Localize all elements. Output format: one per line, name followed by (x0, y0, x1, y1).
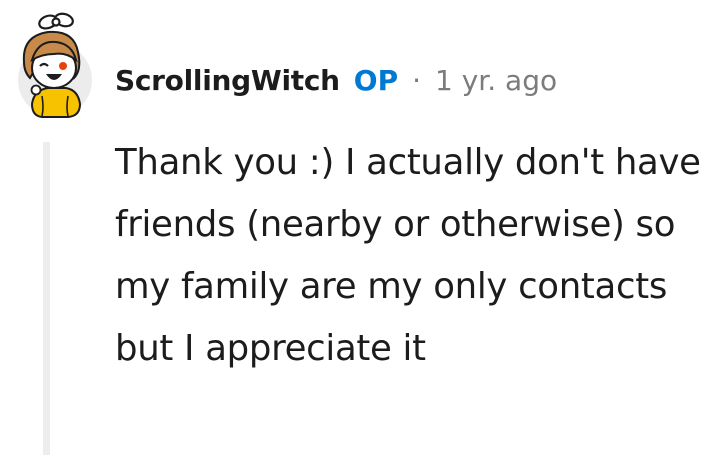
meta-separator: · (412, 63, 422, 97)
timestamp[interactable]: 1 yr. ago (435, 64, 557, 97)
comment-meta: ScrollingWitch OP · 1 yr. ago (115, 58, 557, 102)
comment-body: Thank you :) I actually don't have frien… (115, 142, 701, 369)
thread-line[interactable] (43, 142, 50, 455)
avatar[interactable] (8, 8, 102, 118)
avatar-icon (18, 12, 92, 118)
author-link[interactable]: ScrollingWitch (115, 64, 340, 97)
comment: ScrollingWitch OP · 1 yr. ago Thank you … (0, 0, 717, 455)
op-badge: OP (353, 63, 399, 97)
